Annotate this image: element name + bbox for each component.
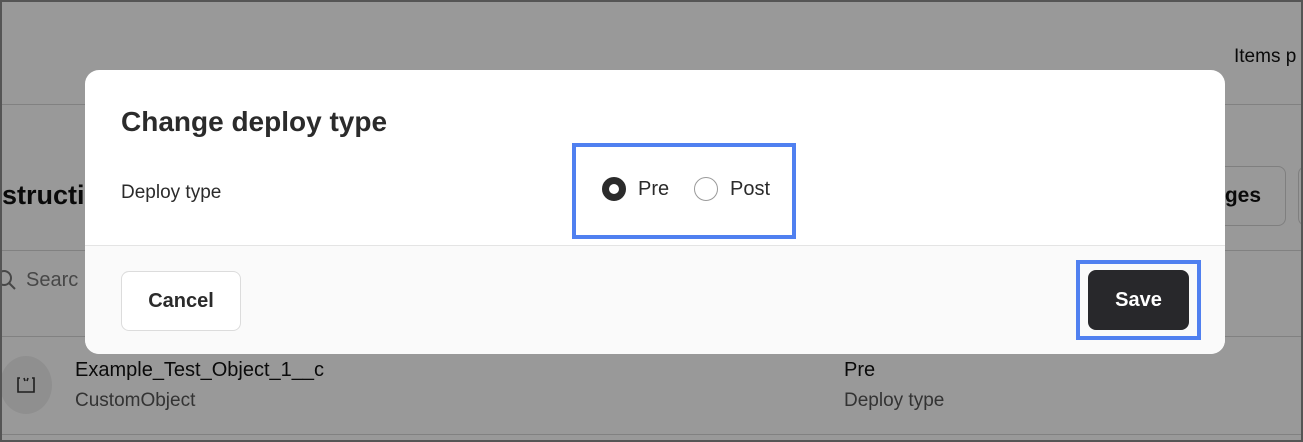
radio-checked-icon[interactable] bbox=[602, 177, 626, 201]
change-deploy-type-dialog: Change deploy type Deploy type Pre Post … bbox=[85, 70, 1225, 354]
save-button-highlight: Save bbox=[1076, 260, 1201, 340]
deploy-type-radio-group: Pre Post bbox=[572, 143, 796, 239]
radio-pre[interactable]: Pre bbox=[602, 177, 669, 201]
save-button[interactable]: Save bbox=[1088, 270, 1189, 330]
dialog-footer: Cancel Save bbox=[85, 245, 1225, 354]
cancel-button[interactable]: Cancel bbox=[121, 271, 241, 331]
dialog-title: Change deploy type bbox=[121, 106, 388, 137]
radio-unchecked-icon[interactable] bbox=[694, 177, 718, 201]
radio-pre-label[interactable]: Pre bbox=[638, 178, 669, 201]
radio-post[interactable]: Post bbox=[694, 177, 770, 201]
deploy-type-label: Deploy type bbox=[121, 182, 222, 203]
app-window: Items p structi ges Searc Example_Test_O… bbox=[0, 0, 1303, 442]
radio-post-label[interactable]: Post bbox=[730, 178, 770, 201]
